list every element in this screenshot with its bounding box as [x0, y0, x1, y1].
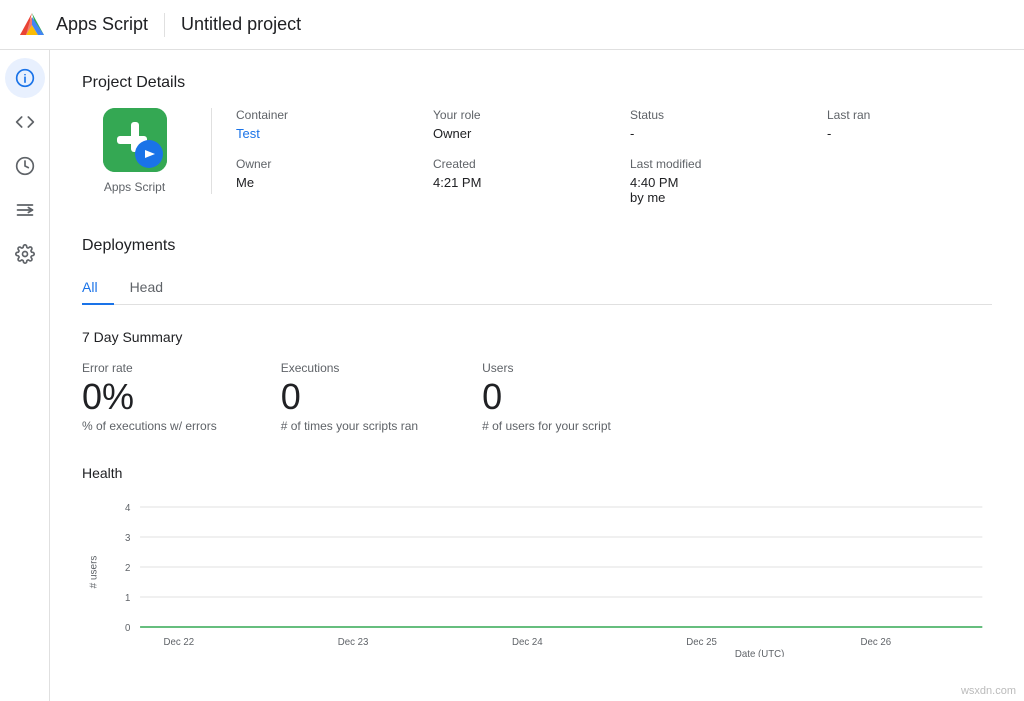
- health-chart: 4 3 2 1 0 # users Dec 22 Dec 23 Dec 24 D…: [82, 497, 992, 657]
- role-value: Owner: [433, 126, 598, 141]
- status-label: Status: [630, 108, 795, 122]
- chart-container: 4 3 2 1 0 # users Dec 22 Dec 23 Dec 24 D…: [82, 497, 992, 657]
- executions-value: 0: [281, 379, 418, 415]
- sidebar: [0, 50, 50, 701]
- status-value: -: [630, 126, 795, 141]
- meta-last-modified: Last modified 4:40 PM by me: [630, 157, 795, 205]
- last-modified-value: 4:40 PM by me: [630, 175, 795, 205]
- container-label: Container: [236, 108, 401, 122]
- created-value: 4:21 PM: [433, 175, 598, 190]
- error-rate-value: 0%: [82, 379, 217, 415]
- header: Apps Script Untitled project: [0, 0, 1024, 50]
- header-divider: [164, 13, 165, 37]
- users-value: 0: [482, 379, 611, 415]
- metrics-grid: Error rate 0% % of executions w/ errors …: [82, 361, 992, 433]
- users-label: Users: [482, 361, 611, 375]
- last-ran-value: -: [827, 126, 992, 141]
- svg-text:1: 1: [125, 593, 130, 604]
- meta-role: Your role Owner: [433, 108, 598, 141]
- sidebar-icon-triggers[interactable]: [5, 146, 45, 186]
- container-value[interactable]: Test: [236, 126, 401, 141]
- svg-text:Dec 24: Dec 24: [512, 637, 543, 648]
- meta-last-ran: Last ran -: [827, 108, 992, 141]
- layout: Project Details Apps Script: [0, 50, 1024, 701]
- sidebar-icon-settings[interactable]: [5, 234, 45, 274]
- svg-text:4: 4: [125, 503, 131, 514]
- app-name: Apps Script: [56, 14, 148, 35]
- error-rate-label: Error rate: [82, 361, 217, 375]
- last-ran-label: Last ran: [827, 108, 992, 122]
- health-title: Health: [82, 465, 992, 481]
- project-details-card: Apps Script Container Test Your role Own…: [82, 108, 992, 205]
- owner-label: Owner: [236, 157, 401, 171]
- svg-text:3: 3: [125, 533, 131, 544]
- metric-users: Users 0 # of users for your script: [482, 361, 611, 433]
- owner-value: Me: [236, 175, 401, 190]
- svg-text:Date (UTC): Date (UTC): [735, 649, 784, 657]
- project-icon-wrapper: Apps Script: [82, 108, 212, 194]
- apps-script-logo-icon: [16, 9, 48, 41]
- role-label: Your role: [433, 108, 598, 122]
- svg-text:# users: # users: [89, 556, 100, 589]
- meta-container: Container Test: [236, 108, 401, 141]
- svg-text:2: 2: [125, 563, 130, 574]
- deployments-section: Deployments All Head 7 Day Summary Error…: [82, 237, 992, 657]
- metric-executions: Executions 0 # of times your scripts ran: [281, 361, 418, 433]
- users-desc: # of users for your script: [482, 419, 611, 433]
- error-rate-desc: % of executions w/ errors: [82, 419, 217, 433]
- project-details-title: Project Details: [82, 74, 992, 92]
- last-modified-label: Last modified: [630, 157, 795, 171]
- meta-created: Created 4:21 PM: [433, 157, 598, 205]
- project-meta-grid: Container Test Your role Owner Status - …: [236, 108, 992, 205]
- app-logo: [16, 9, 48, 41]
- svg-text:Dec 23: Dec 23: [338, 637, 369, 648]
- sidebar-icon-deployments[interactable]: [5, 190, 45, 230]
- created-label: Created: [433, 157, 598, 171]
- health-section: Health 4 3 2 1 0: [82, 465, 992, 657]
- meta-owner: Owner Me: [236, 157, 401, 205]
- metric-error-rate: Error rate 0% % of executions w/ errors: [82, 361, 217, 433]
- main-content: Project Details Apps Script: [50, 50, 1024, 701]
- executions-desc: # of times your scripts ran: [281, 419, 418, 433]
- project-name: Untitled project: [181, 14, 301, 35]
- executions-label: Executions: [281, 361, 418, 375]
- project-app-icon: [103, 108, 167, 172]
- svg-text:Dec 26: Dec 26: [861, 637, 892, 648]
- tab-all[interactable]: All: [82, 271, 114, 305]
- watermark: wsxdn.com: [961, 685, 1016, 697]
- deployments-title: Deployments: [82, 237, 992, 255]
- sidebar-icon-info[interactable]: [5, 58, 45, 98]
- sidebar-icon-code[interactable]: [5, 102, 45, 142]
- tab-head[interactable]: Head: [130, 271, 179, 305]
- svg-text:0: 0: [125, 623, 131, 634]
- project-icon-label: Apps Script: [104, 180, 165, 194]
- deployments-tabs: All Head: [82, 271, 992, 305]
- summary-title: 7 Day Summary: [82, 329, 992, 345]
- meta-status: Status -: [630, 108, 795, 141]
- svg-text:Dec 22: Dec 22: [163, 637, 194, 648]
- svg-text:Dec 25: Dec 25: [686, 637, 717, 648]
